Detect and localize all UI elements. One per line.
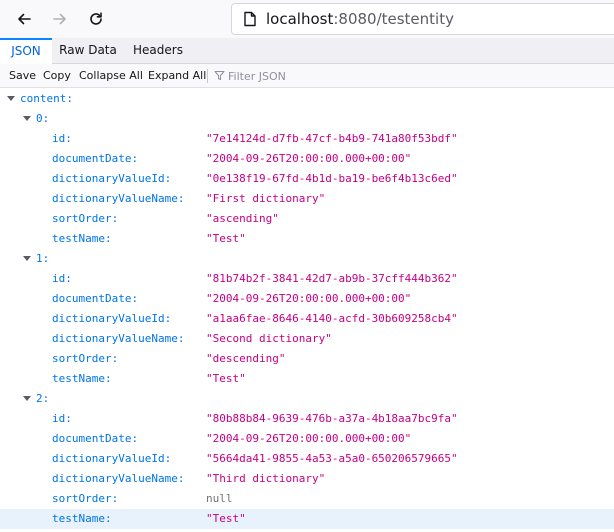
expand-all-button[interactable]: Expand All [148,64,206,88]
json-key: sortOrder: [52,492,119,505]
url-text: localhost:8080/testentity [266,10,454,28]
json-key: testName: [52,372,112,385]
tree-row-field[interactable]: dictionaryValueName: "First dictionary" [0,189,614,209]
tree-row-field[interactable]: dictionaryValueId: "5664da41-9855-4a53-a5… [0,449,614,469]
json-index-key: 2: [36,392,50,405]
back-button[interactable] [10,5,38,33]
tree-row-field[interactable]: sortOrder: null [0,489,614,509]
reload-button[interactable] [82,5,110,33]
tree-row-item[interactable]: 0: [0,109,614,129]
tree-row-content[interactable]: content: [0,89,614,109]
json-key: id: [52,272,72,285]
json-key: sortOrder: [52,212,119,225]
json-index-key: 1: [36,252,50,265]
arrow-left-icon [18,13,31,25]
tab-raw-data[interactable]: Raw Data [52,38,124,63]
copy-button[interactable]: Copy [43,64,71,88]
json-string-value: "81b74b2f-3841-42d7-ab9b-37cff444b362" [206,272,458,285]
json-key: documentDate: [52,292,139,305]
tree-row-field[interactable]: dictionaryValueId: "a1aa6fae-8646-4140-ac… [0,309,614,329]
json-string-value: "80b88b84-9639-476b-a37a-4b18aa7bc9fa" [206,412,458,425]
json-string-value: "7e14124d-d7fb-47cf-b4b9-741a80f53bdf" [206,132,458,145]
tree-row-field[interactable]: testName: "Test" [0,229,614,249]
json-key: dictionaryValueId: [52,172,172,185]
page-icon [244,11,256,27]
json-string-value: "2004-09-26T20:00:00.000+00:00" [206,432,412,445]
tree-row-field[interactable]: dictionaryValueName: "Second dictionary" [0,329,614,349]
filter-icon [214,71,225,80]
json-string-value: "a1aa6fae-8646-4140-acfd-30b609258cb4" [206,312,458,325]
expand-arrow-icon[interactable] [23,116,31,121]
json-string-value: "2004-09-26T20:00:00.000+00:00" [206,152,412,165]
json-key: sortOrder: [52,352,119,365]
tab-headers[interactable]: Headers [124,38,192,63]
tree-row-field[interactable]: testName: "Test" [0,509,614,529]
url-path: :8080/testentity [333,10,454,28]
json-key: dictionaryValueName: [52,192,185,205]
tree-row-field[interactable]: documentDate: "2004-09-26T20:00:00.000+00… [0,149,614,169]
json-key: documentDate: [52,152,139,165]
tree-row-field[interactable]: sortOrder: "ascending" [0,209,614,229]
json-key: content: [20,92,73,105]
json-key: testName: [52,512,112,525]
tree-row-field[interactable]: id: "7e14124d-d7fb-47cf-b4b9-741a80f53bdf… [0,129,614,149]
json-string-value: "Third dictionary" [206,472,326,485]
json-string-value: "2004-09-26T20:00:00.000+00:00" [206,292,412,305]
filter-json-input[interactable] [228,67,428,85]
json-key: id: [52,132,72,145]
tree-row-field[interactable]: id: "81b74b2f-3841-42d7-ab9b-37cff444b362… [0,269,614,289]
arrow-right-icon [53,13,66,25]
json-string-value: "0e138f19-67fd-4b1d-ba19-be6f4b13c6ed" [206,172,458,185]
json-key: dictionaryValueId: [52,312,172,325]
tree-row-item[interactable]: 1: [0,249,614,269]
tree-row-field[interactable]: id: "80b88b84-9639-476b-a37a-4b18aa7bc9fa… [0,409,614,429]
tree-row-field[interactable]: documentDate: "2004-09-26T20:00:00.000+00… [0,289,614,309]
tree-row-item[interactable]: 2: [0,389,614,409]
json-index-key: 0: [36,112,50,125]
json-key: documentDate: [52,432,139,445]
expand-arrow-icon[interactable] [7,96,15,101]
json-string-value: "Test" [206,232,246,245]
json-string-value: "ascending" [206,212,279,225]
tree-row-field[interactable]: dictionaryValueName: "Third dictionary" [0,469,614,489]
tab-json[interactable]: JSON [0,38,52,64]
url-bar[interactable]: localhost:8080/testentity [231,3,614,35]
json-string-value: "First dictionary" [206,192,326,205]
collapse-all-button[interactable]: Collapse All [79,64,143,88]
json-key: dictionaryValueName: [52,332,185,345]
json-string-value: "Second dictionary" [206,332,332,345]
url-host: localhost [266,10,334,28]
json-key: testName: [52,232,112,245]
tree-row-field[interactable]: testName: "Test" [0,369,614,389]
browser-nav-bar: localhost:8080/testentity [0,0,614,38]
json-tree: content: 0: id: "7e14124d-d7fb-47cf-b4b9-… [0,89,614,529]
json-string-value: "Test" [206,512,246,525]
viewer-tab-bar: JSON Raw Data Headers [0,38,614,64]
json-string-value: "5664da41-9855-4a53-a5a0-650206579665" [206,452,458,465]
tree-row-field[interactable]: sortOrder: "descending" [0,349,614,369]
tree-row-field[interactable]: documentDate: "2004-09-26T20:00:00.000+00… [0,429,614,449]
json-key: dictionaryValueName: [52,472,185,485]
json-toolbar: Save Copy Collapse All Expand All [0,64,614,88]
tree-row-field[interactable]: dictionaryValueId: "0e138f19-67fd-4b1d-ba… [0,169,614,189]
reload-icon [90,12,102,25]
forward-button[interactable] [46,5,74,33]
toolbar-divider [207,69,208,83]
expand-arrow-icon[interactable] [23,256,31,261]
json-null-value: null [206,492,233,505]
json-key: id: [52,412,72,425]
json-key: dictionaryValueId: [52,452,172,465]
expand-arrow-icon[interactable] [23,396,31,401]
json-string-value: "descending" [206,352,286,365]
json-string-value: "Test" [206,372,246,385]
save-button[interactable]: Save [9,64,36,88]
